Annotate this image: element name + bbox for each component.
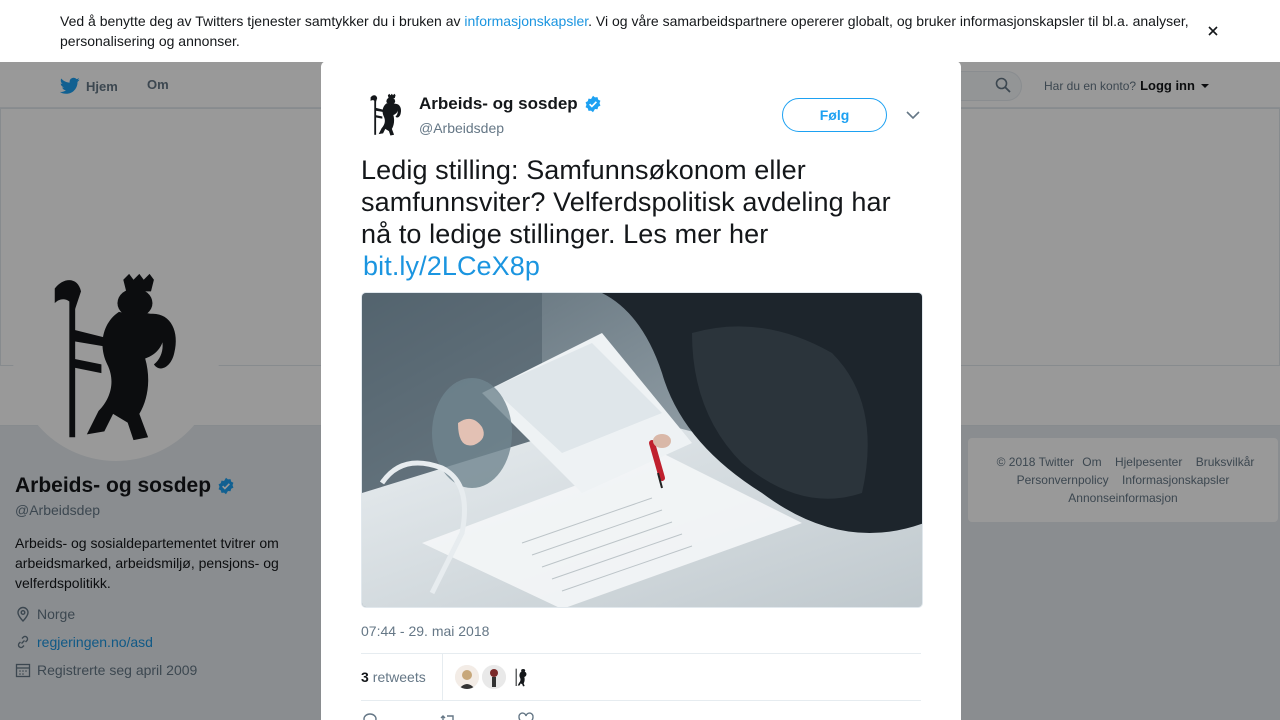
tweet-author-name-text: Arbeids- og sosdep [419, 94, 578, 113]
retweet-count: 3 [361, 669, 369, 685]
tweet-avatar[interactable] [361, 90, 411, 140]
divider [361, 700, 921, 701]
retweeter-avatar[interactable] [481, 665, 506, 689]
reply-icon[interactable] [361, 711, 379, 720]
retweet-label: retweets [372, 669, 426, 685]
tweet-timestamp[interactable]: 07:44 - 29. mai 2018 [361, 623, 489, 639]
retweet-stat[interactable]: 3 retweets [361, 654, 443, 700]
cookie-link[interactable]: informasjonskapsler [464, 13, 588, 29]
like-icon[interactable] [517, 711, 535, 720]
close-icon[interactable] [1234, 12, 1258, 36]
photo-image [362, 293, 922, 607]
tweet-stats: 3 retweets [361, 654, 921, 700]
tweet-modal: Arbeids- og sosdep @Arbeidsdep Følg Ledi… [321, 61, 961, 720]
tweet-actions [361, 711, 535, 720]
retweeter-avatar[interactable] [508, 665, 533, 689]
verified-badge-icon [585, 95, 601, 113]
retweet-icon[interactable] [439, 711, 457, 720]
lion-crest-icon [370, 93, 402, 136]
retweeter-avatars [454, 665, 533, 689]
cookie-close-icon[interactable] [1206, 24, 1220, 38]
cookie-banner: Ved å benytte deg av Twitters tjenester … [0, 0, 1280, 62]
retweeter-avatar[interactable] [454, 665, 479, 689]
tweet-link[interactable]: bit.ly/2LCeX8p [363, 250, 540, 282]
cookie-text: Ved å benytte deg av Twitters tjenester … [60, 13, 1189, 49]
tweet-body: Ledig stilling: Samfunnsøkonom eller sam… [361, 155, 891, 249]
tweet-author-handle[interactable]: @Arbeidsdep [419, 120, 504, 136]
follow-button[interactable]: Følg [782, 98, 887, 132]
tweet-photo[interactable] [361, 292, 923, 608]
tweet-author-name[interactable]: Arbeids- og sosdep [419, 94, 602, 114]
chevron-down-icon[interactable] [905, 109, 921, 121]
tweet-text: Ledig stilling: Samfunnsøkonom eller sam… [361, 154, 921, 282]
